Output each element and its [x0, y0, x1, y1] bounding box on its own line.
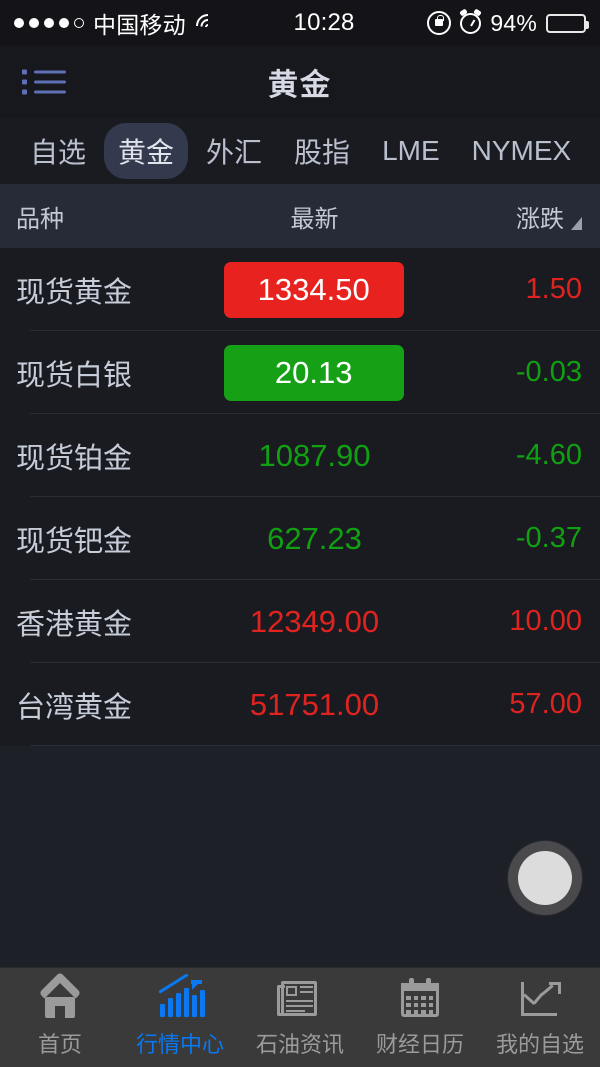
bottom-tab-label: 首页	[37, 1031, 82, 1057]
column-header-name[interactable]: 品种	[0, 199, 230, 234]
list-empty-area	[0, 746, 600, 967]
page-title: 黄金	[268, 69, 332, 102]
category-tab-bar: 自选 黄金 外汇 股指 LME NYMEX	[0, 118, 600, 184]
tab-lme[interactable]: LME	[368, 127, 454, 175]
assistive-touch-inner-circle	[518, 851, 572, 905]
bottom-tab-watchlist[interactable]: 我的自选	[480, 968, 600, 1067]
bottom-tab-bar: 首页 行情中心 石油资讯 财经日历 我的自选	[0, 967, 600, 1067]
list-menu-icon[interactable]	[22, 65, 66, 100]
status-bar-clock: 10:28	[293, 9, 355, 36]
quote-last-cell: 1087.90	[230, 438, 425, 474]
bottom-tab-label: 石油资讯	[255, 1031, 344, 1057]
alarm-clock-icon	[459, 7, 483, 34]
table-row[interactable]: 现货白银 20.13 -0.03	[0, 331, 600, 414]
column-header-last[interactable]: 最新	[230, 199, 425, 234]
table-row[interactable]: 现货钯金 627.23 -0.37	[0, 497, 600, 580]
signal-dot-empty	[74, 18, 84, 28]
table-row[interactable]: 香港黄金 12349.00 10.00	[0, 580, 600, 663]
table-row[interactable]: 现货黄金 1334.50 1.50	[0, 248, 600, 331]
newspaper-icon	[276, 977, 324, 1021]
quote-last-value: 627.23	[267, 520, 362, 556]
signal-dot	[29, 18, 39, 28]
bottom-tab-label: 行情中心	[135, 1031, 224, 1057]
quote-name: 现货白银	[16, 359, 133, 392]
quote-last-cell: 1334.50	[223, 261, 430, 318]
sort-triangle-icon	[571, 216, 582, 230]
carrier-label: 中国移动	[93, 12, 186, 38]
quote-last-cell: 627.23	[230, 521, 425, 557]
quote-change: -0.37	[515, 522, 582, 554]
table-row[interactable]: 现货铂金 1087.90 -4.60	[0, 414, 600, 497]
quote-last-cell: 51751.00	[230, 687, 425, 723]
column-header-change-label: 涨跌	[516, 205, 564, 233]
battery-percent-label: 94%	[490, 9, 537, 36]
quote-last-value: 1087.90	[258, 437, 371, 473]
navigation-bar: 黄金	[0, 46, 600, 118]
quote-list: 现货黄金 1334.50 1.50 现货白银 20.13 -0.03 现货铂金 1087.90…	[0, 248, 600, 967]
tab-zixuan[interactable]: 自选	[16, 123, 100, 179]
signal-dot	[14, 18, 24, 28]
bottom-tab-calendar[interactable]: 财经日历	[360, 968, 480, 1067]
quote-name: 现货黄金	[16, 276, 133, 309]
quote-last-value: 12349.00	[249, 603, 380, 639]
quote-change: 10.00	[509, 605, 582, 637]
rotation-lock-icon	[427, 11, 452, 35]
tab-nymex[interactable]: NYMEX	[458, 127, 586, 175]
quote-change: 1.50	[525, 273, 582, 305]
status-bar: 中国移动 10:28 94%	[0, 0, 600, 46]
bottom-tab-oil-news[interactable]: 石油资讯	[240, 968, 360, 1067]
table-row[interactable]: 台湾黄金 51751.00 57.00	[0, 663, 600, 746]
table-header: 品种 最新 涨跌	[0, 184, 600, 248]
quote-name: 香港黄金	[16, 608, 133, 641]
quote-name: 现货铂金	[16, 442, 133, 475]
quote-last-cell: 12349.00	[230, 604, 425, 640]
assistive-touch-button[interactable]	[508, 841, 582, 915]
signal-dot	[59, 18, 69, 28]
quote-name: 台湾黄金	[16, 691, 133, 724]
quote-last-badge: 1334.50	[223, 261, 404, 318]
quote-last-cell: 20.13	[223, 344, 430, 401]
quote-change: -4.60	[515, 439, 582, 471]
bottom-tab-home[interactable]: 首页	[0, 968, 120, 1067]
bar-chart-up-icon	[156, 972, 205, 1021]
tab-guzhi[interactable]: 股指	[280, 123, 364, 179]
tab-waihui[interactable]: 外汇	[192, 123, 276, 179]
bottom-tab-label: 财经日历	[375, 1031, 464, 1057]
column-header-change[interactable]: 涨跌	[425, 199, 600, 234]
home-icon	[36, 971, 84, 1021]
wifi-icon	[190, 9, 225, 43]
battery-icon	[546, 13, 589, 33]
status-bar-right: 94%	[427, 7, 589, 37]
status-bar-left: 中国移动	[14, 6, 225, 43]
quote-name: 现货钯金	[16, 525, 133, 558]
line-chart-up-icon	[516, 977, 564, 1021]
bottom-tab-market[interactable]: 行情中心	[120, 968, 240, 1067]
signal-strength-dots	[14, 18, 84, 28]
signal-dot	[44, 18, 54, 28]
calendar-icon	[396, 977, 444, 1021]
quote-change: -0.03	[515, 356, 582, 388]
quote-last-value: 51751.00	[249, 686, 380, 722]
quote-last-badge: 20.13	[223, 344, 404, 401]
tab-huangjin[interactable]: 黄金	[104, 123, 189, 179]
app-screen: 中国移动 10:28 94% 黄金 自选 黄金 外汇 股指 LME NYMEX …	[0, 0, 600, 1067]
bottom-tab-label: 我的自选	[495, 1031, 584, 1057]
quote-change: 57.00	[509, 688, 582, 720]
